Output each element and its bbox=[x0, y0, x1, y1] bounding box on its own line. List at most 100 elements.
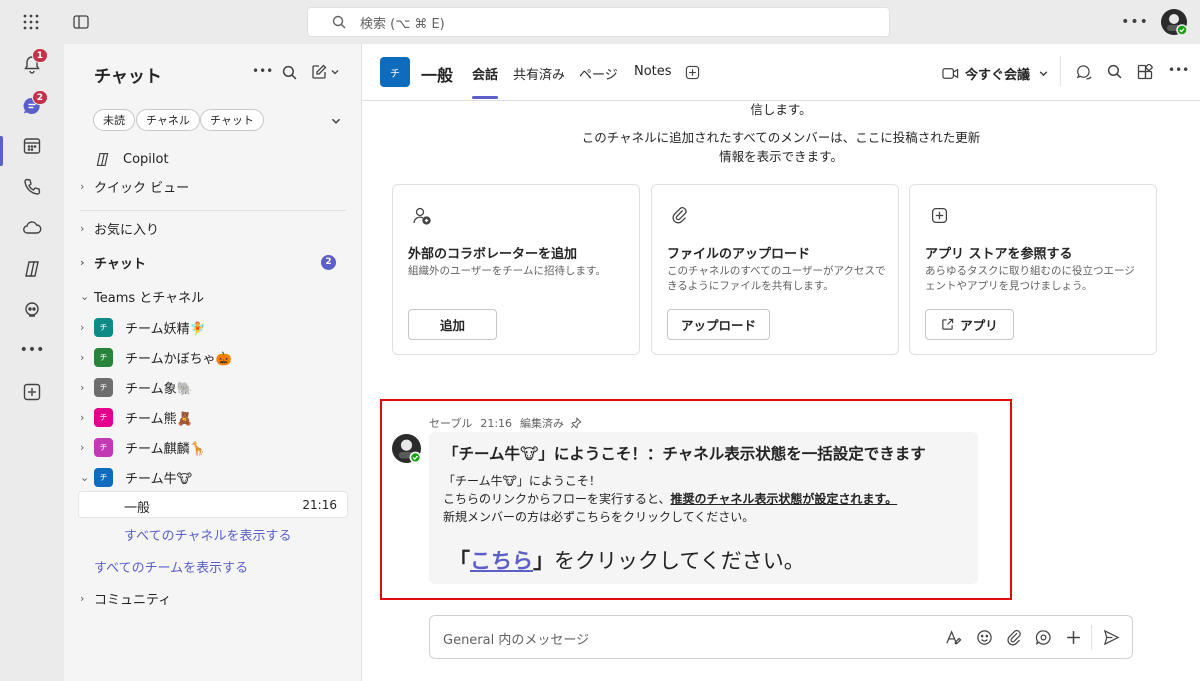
community-label: コミュニティ bbox=[94, 592, 172, 608]
apps-icon[interactable] bbox=[1137, 64, 1153, 80]
tab-shared[interactable]: 共有済み bbox=[513, 64, 565, 83]
divider bbox=[1060, 56, 1061, 86]
team-row[interactable]: ⌄ チ チーム牛🐮 bbox=[80, 463, 346, 491]
message-edited: 編集済み bbox=[520, 417, 565, 430]
team-name: チーム麒麟🦒 bbox=[125, 441, 206, 457]
add-icon[interactable] bbox=[1065, 629, 1082, 646]
intro-text-partial: 信します。 bbox=[750, 102, 812, 117]
conversation-icon[interactable] bbox=[1076, 64, 1093, 81]
team-avatar: チ bbox=[94, 347, 113, 367]
message-line: 「チーム牛🐮」にようこそ！ bbox=[443, 474, 601, 488]
filter-expand-icon[interactable] bbox=[330, 115, 342, 127]
chevron-right-icon: › bbox=[80, 255, 85, 269]
message-author: セーブル bbox=[429, 417, 473, 430]
cta-link[interactable]: こちら bbox=[470, 549, 533, 573]
team-name: チーム妖精🧚 bbox=[125, 321, 206, 337]
rail-active-indicator bbox=[0, 136, 3, 166]
add-button[interactable]: 追加 bbox=[408, 309, 497, 340]
paperclip-icon bbox=[671, 206, 689, 224]
loop-icon[interactable] bbox=[1035, 629, 1052, 646]
filter-unread[interactable]: 未読 bbox=[93, 109, 135, 131]
quick-view-label: クイック ビュー bbox=[94, 180, 190, 196]
channel-general-active[interactable]: 一般 21:16 bbox=[78, 491, 348, 518]
rail-item-activity[interactable]: 1 bbox=[12, 46, 52, 82]
team-row[interactable]: › チ チーム熊🧸 bbox=[80, 403, 346, 431]
avatar[interactable] bbox=[1161, 9, 1187, 35]
cta-bracket-close: 」 bbox=[533, 549, 554, 573]
chevron-right-icon: › bbox=[80, 320, 85, 334]
rail-item-chat[interactable]: 2 bbox=[12, 88, 52, 124]
tab-notes[interactable]: Notes bbox=[634, 64, 672, 79]
message-text: こちらのリンクからフローを実行すると、 bbox=[443, 492, 671, 506]
chevron-down-icon: ⌄ bbox=[80, 289, 90, 303]
filter-channels[interactable]: チャネル bbox=[136, 109, 200, 131]
card-title: アプリ ストアを参照する bbox=[925, 247, 1073, 262]
teams-label: Teams とチャネル bbox=[94, 290, 205, 306]
meet-now-button[interactable]: 今すぐ会議 bbox=[942, 64, 1049, 83]
team-row[interactable]: › チ チーム妖精🧚 bbox=[80, 313, 346, 341]
sidebar-item-chats[interactable]: › チャット 2 bbox=[80, 248, 346, 276]
compose-icon bbox=[311, 64, 327, 80]
upload-button[interactable]: アップロード bbox=[667, 309, 770, 340]
video-icon bbox=[942, 67, 959, 80]
divider bbox=[1091, 625, 1092, 650]
show-all-teams-link[interactable]: すべてのチームを表示する bbox=[94, 557, 248, 576]
apps-button[interactable]: アプリ bbox=[925, 309, 1014, 340]
chevron-right-icon: › bbox=[80, 591, 85, 605]
sidebar-item-favorites[interactable]: › お気に入り bbox=[80, 214, 346, 242]
compose-input[interactable]: General 内のメッセージ bbox=[443, 629, 589, 648]
show-all-channels-link[interactable]: すべてのチャネルを表示する bbox=[124, 525, 291, 544]
team-name: チーム熊🧸 bbox=[125, 411, 193, 427]
open-external-icon bbox=[941, 318, 954, 331]
chat-badge: 2 bbox=[31, 90, 48, 105]
add-app-icon bbox=[931, 207, 948, 224]
tab-posts[interactable]: 会話 bbox=[472, 64, 498, 83]
rail-item-copilot[interactable] bbox=[12, 251, 52, 287]
sidebar-item-copilot[interactable]: Copilot bbox=[80, 145, 346, 173]
rail-more-icon[interactable]: ••• bbox=[12, 332, 52, 368]
rail-item-calls[interactable] bbox=[12, 169, 52, 205]
send-icon[interactable] bbox=[1103, 629, 1120, 646]
rail-item-calendar[interactable] bbox=[12, 128, 52, 164]
more-options-icon[interactable]: ••• bbox=[1121, 12, 1148, 32]
rail-item-apps[interactable] bbox=[12, 292, 52, 328]
message-composer[interactable]: General 内のメッセージ bbox=[429, 615, 1133, 659]
sidebar-toggle-icon[interactable] bbox=[70, 12, 92, 32]
sidebar-search-icon[interactable] bbox=[282, 65, 297, 80]
sidebar-more-icon[interactable]: ••• bbox=[252, 64, 273, 78]
chevron-right-icon: › bbox=[80, 179, 85, 193]
divider bbox=[80, 210, 346, 211]
team-row[interactable]: › チ チーム麒麟🦒 bbox=[80, 433, 346, 461]
add-tab-icon[interactable] bbox=[685, 65, 700, 80]
sidebar-item-teams[interactable]: ⌄ Teams とチャネル bbox=[80, 282, 346, 310]
team-avatar: チ bbox=[380, 57, 410, 87]
tab-pages[interactable]: ページ bbox=[579, 64, 618, 83]
format-icon[interactable] bbox=[945, 629, 962, 646]
chevron-right-icon: › bbox=[80, 350, 85, 364]
more-options-icon[interactable]: ••• bbox=[1168, 63, 1189, 77]
title-bar: 検索 (⌥ ⌘ E) ••• bbox=[0, 0, 1200, 44]
app-launcher-icon[interactable] bbox=[20, 12, 42, 32]
team-row[interactable]: › チ チームかぼちゃ🎃 bbox=[80, 343, 346, 371]
sidebar-item-community[interactable]: › コミュニティ bbox=[80, 584, 346, 612]
card-browse-apps: アプリ ストアを参照する あらゆるタスクに取り組むのに役立つエージェントやアプリ… bbox=[909, 184, 1157, 355]
team-avatar: チ bbox=[94, 467, 113, 487]
sidebar-item-quick-view[interactable]: › クイック ビュー bbox=[80, 172, 346, 200]
apps-button-label: アプリ bbox=[960, 318, 998, 333]
team-row[interactable]: › チ チーム象🐘 bbox=[80, 373, 346, 401]
message-bubble[interactable]: 「チーム牛🐮」にようこそ！：チャネル表示状態を一括設定できます 「チーム牛🐮」に… bbox=[429, 432, 978, 584]
emoji-icon[interactable] bbox=[976, 629, 993, 646]
search-input[interactable]: 検索 (⌥ ⌘ E) bbox=[307, 7, 890, 37]
avatar[interactable] bbox=[392, 434, 421, 463]
filter-chats[interactable]: チャット bbox=[200, 109, 264, 131]
rail-item-onedrive[interactable] bbox=[12, 210, 52, 246]
sidebar-title: チャット bbox=[94, 67, 162, 87]
rail-add-apps[interactable] bbox=[12, 374, 52, 410]
search-icon[interactable] bbox=[1107, 64, 1122, 79]
new-chat-button[interactable] bbox=[311, 64, 340, 80]
chevron-right-icon: › bbox=[80, 410, 85, 424]
message-bold-text: 推奨のチャネル表示状態が設定されます。 bbox=[670, 492, 898, 506]
meet-now-label: 今すぐ会議 bbox=[965, 68, 1031, 83]
chats-label: チャット bbox=[94, 256, 146, 272]
attach-icon[interactable] bbox=[1006, 629, 1023, 646]
